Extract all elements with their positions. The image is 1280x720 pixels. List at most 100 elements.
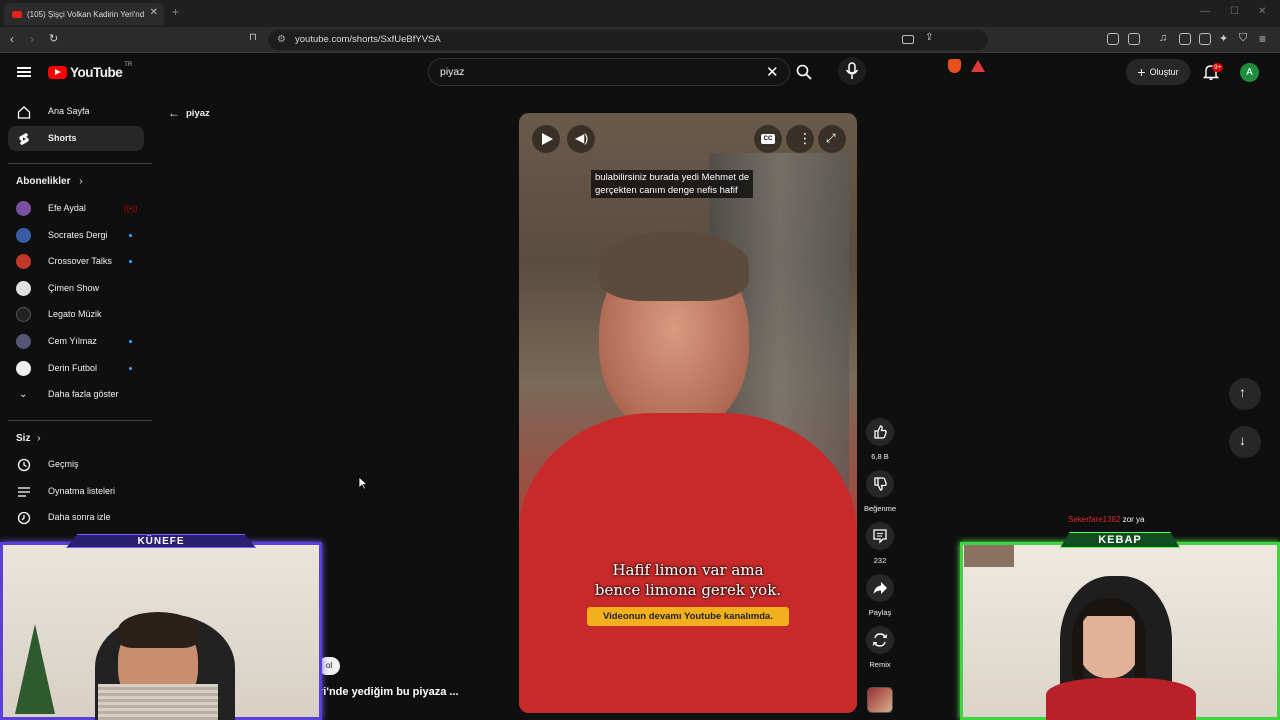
you-heading[interactable]: Siz › <box>16 433 41 444</box>
like-button[interactable] <box>866 418 894 446</box>
back-to-results-button[interactable]: ← piyaz <box>168 106 210 120</box>
close-window-icon[interactable]: ✕ <box>1258 6 1266 17</box>
share-icon <box>873 582 887 594</box>
previous-short-button[interactable]: ↑ <box>1229 378 1261 410</box>
maximize-icon[interactable]: ☐ <box>1230 6 1239 17</box>
vpn-icon[interactable]: ⛉ <box>1239 32 1247 45</box>
youtube-header: YouTube TR piyaz ✕ + Oluştur 9+ A <box>0 54 1280 92</box>
remix-icon <box>872 633 888 647</box>
you-title: Siz <box>16 433 31 444</box>
chevron-right-icon: › <box>37 433 41 444</box>
shorts-icon <box>19 133 29 145</box>
audio-thumbnail[interactable] <box>867 687 893 713</box>
share-label: Paylaş <box>868 608 892 617</box>
youtube-favicon-icon <box>12 10 22 18</box>
dislike-button[interactable] <box>866 470 894 498</box>
wallet-icon[interactable] <box>1199 33 1211 45</box>
address-bar[interactable]: ⚙ youtube.com/shorts/SxfUeBfYVSA <box>268 30 988 50</box>
back-icon[interactable]: ‹ <box>10 32 14 46</box>
subscription-label: Derin Futbol <box>48 363 98 373</box>
streamer-webcam-right: KEBAP <box>960 532 1280 720</box>
share-page-icon[interactable]: ⇪ <box>925 32 933 43</box>
sidebar-item-history[interactable]: Geçmiş <box>8 452 144 477</box>
fullscreen-button[interactable]: ⤢ <box>818 125 846 153</box>
close-tab-icon[interactable]: ✕ <box>150 7 158 18</box>
subscription-label: Cem Yılmaz <box>48 336 97 346</box>
clear-search-icon[interactable]: ✕ <box>766 63 779 81</box>
remix-button[interactable] <box>866 626 894 654</box>
channel-avatar <box>16 201 31 216</box>
browser-nav-bar: ‹ › ↻ ⊓ ⚙ youtube.com/shorts/SxfUeBfYVSA… <box>0 27 1280 73</box>
media-icon[interactable]: ♫ <box>1159 32 1167 44</box>
subscription-item-legato-muzik[interactable]: Legato Müzik <box>8 302 144 327</box>
search-icon[interactable] <box>796 64 812 80</box>
create-button[interactable]: + Oluştur <box>1126 59 1190 85</box>
browser-tab[interactable]: (105) Şişçi Volkan Kadirin Yeri'nd ✕ <box>4 3 164 25</box>
subtitle-line: Hafif limon var ama <box>612 561 764 579</box>
thumbs-up-icon <box>874 425 887 439</box>
channel-avatar <box>16 334 31 349</box>
sidebar-panel-icon[interactable] <box>1128 33 1140 45</box>
caption-line: bulabilirsiniz burada yedi Mehmet de <box>595 172 750 183</box>
next-short-button[interactable]: ↓ <box>1229 426 1261 458</box>
create-label: Oluştur <box>1149 67 1179 77</box>
subscription-label: Crossover Talks <box>48 256 112 266</box>
share-button[interactable] <box>866 574 894 602</box>
comments-button[interactable] <box>866 522 894 550</box>
country-code: TR <box>124 62 133 68</box>
bookmark-icon[interactable]: ⊓ <box>249 32 257 43</box>
voice-search-button[interactable] <box>838 57 866 85</box>
subscription-item-efe-aydal[interactable]: Efe Aydal ((•)) <box>8 196 144 221</box>
subscription-item-cimen-show[interactable]: Çimen Show <box>8 276 144 301</box>
new-content-dot <box>129 340 132 343</box>
subscriptions-heading[interactable]: Abonelikler › <box>16 176 83 187</box>
subscription-item-socrates-dergi[interactable]: Socrates Dergi <box>8 223 144 248</box>
reload-icon[interactable]: ↻ <box>49 32 58 45</box>
shorts-video-player[interactable]: ◀) CC ⋮ ⤢ bulabilirsiniz burada yedi Meh… <box>519 113 857 713</box>
account-avatar[interactable]: A <box>1240 63 1259 82</box>
minimize-icon[interactable]: — <box>1200 6 1210 17</box>
youtube-logo[interactable]: YouTube TR <box>48 62 133 80</box>
video-person-hair <box>599 231 749 301</box>
extensions-icon[interactable] <box>1107 33 1119 45</box>
mute-button[interactable]: ◀) <box>567 125 595 153</box>
subscription-item-derin-futbol[interactable]: Derin Futbol <box>8 356 144 381</box>
microphone-icon <box>845 62 859 79</box>
comment-icon <box>873 529 887 544</box>
mouse-cursor-icon <box>358 476 368 490</box>
expand-icon: ⤢ <box>826 131 836 145</box>
playlist-icon <box>18 487 30 497</box>
subscription-item-crossover-talks[interactable]: Crossover Talks <box>8 249 144 274</box>
subscription-label: Socrates Dergi <box>48 230 108 240</box>
site-info-icon[interactable]: ⚙ <box>277 30 286 50</box>
play-button[interactable] <box>532 125 560 153</box>
sidebar-item-home[interactable]: Ana Sayfa <box>8 99 144 124</box>
leo-ai-icon[interactable]: ✦ <box>1219 32 1228 45</box>
webcam-label: KÜNEFE <box>66 534 256 548</box>
show-more-button[interactable]: ⌄ Daha fazla göster <box>8 382 144 407</box>
more-options-button[interactable]: ⋮ <box>786 125 814 153</box>
webcam-streamer-shirt <box>98 684 218 720</box>
sidebar-item-playlists[interactable]: Oynatma listeleri <box>8 479 144 504</box>
sidebar-item-shorts[interactable]: Shorts <box>8 126 144 151</box>
show-more-label: Daha fazla göster <box>48 389 119 399</box>
subscription-item-cem-yilmaz[interactable]: Cem Yılmaz <box>8 329 144 354</box>
browser-menu-icon[interactable]: ≡ <box>1259 32 1266 46</box>
reader-icon[interactable] <box>1179 33 1191 45</box>
new-tab-icon[interactable]: + <box>172 5 179 19</box>
volume-icon: ◀) <box>575 131 589 145</box>
sidebar-item-label: Geçmiş <box>48 459 79 469</box>
short-title[interactable]: ri'nde yediğim bu piyaza ... <box>319 686 459 698</box>
channel-avatar <box>16 307 31 322</box>
sidebar-item-watch-later[interactable]: Daha sonra izle <box>8 505 144 530</box>
sidebar-item-label: Oynatma listeleri <box>48 486 116 496</box>
search-input[interactable]: piyaz <box>428 58 790 86</box>
captions-button[interactable]: CC <box>754 125 782 153</box>
forward-icon[interactable]: › <box>30 32 34 46</box>
back-label: piyaz <box>186 107 210 119</box>
browser-tab-bar: (105) Şişçi Volkan Kadirin Yeri'nd ✕ + —… <box>0 0 1280 27</box>
subscription-label: Efe Aydal <box>48 203 86 213</box>
cast-icon[interactable] <box>902 35 914 44</box>
closed-captions-icon: CC <box>761 134 775 144</box>
hamburger-menu-icon[interactable] <box>17 67 31 77</box>
